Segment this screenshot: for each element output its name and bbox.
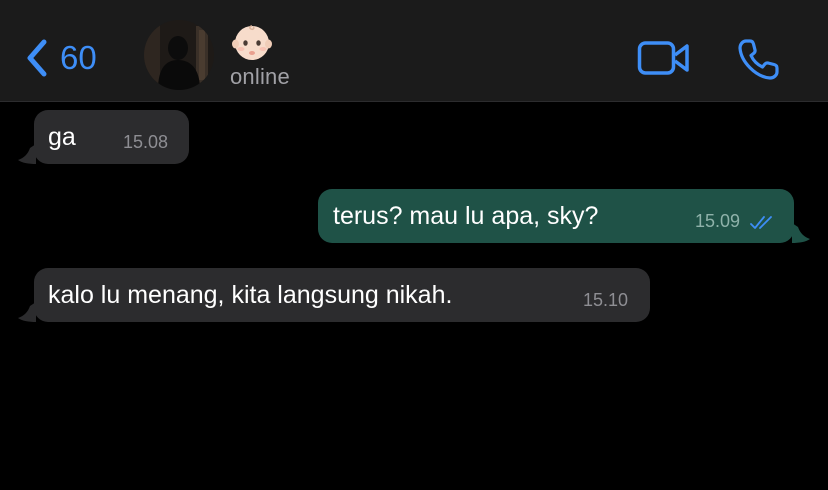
message-time: 15.09 bbox=[695, 211, 741, 231]
message-bubble-outgoing[interactable]: terus? mau lu apa, sky? 15.09 bbox=[318, 189, 810, 243]
avatar[interactable] bbox=[144, 20, 214, 90]
message-text: ga bbox=[48, 123, 76, 151]
contact-status: online bbox=[230, 64, 290, 89]
unread-count: 60 bbox=[60, 39, 97, 76]
chat-header: 60 online bbox=[0, 0, 828, 102]
contact-info[interactable]: online bbox=[230, 22, 290, 90]
read-receipt-icon bbox=[750, 216, 772, 229]
back-button[interactable]: 60 bbox=[22, 34, 97, 82]
message-time: 15.08 bbox=[123, 132, 169, 152]
bubble-tail bbox=[18, 302, 36, 322]
voice-call-button[interactable] bbox=[736, 36, 782, 82]
message-bubble-incoming[interactable]: kalo lu menang, kita langsung nikah. 15.… bbox=[18, 268, 650, 322]
video-camera-icon bbox=[637, 41, 689, 75]
baby-face-emoji-icon bbox=[232, 25, 272, 60]
message-text: terus? mau lu apa, sky? bbox=[333, 202, 599, 230]
bubble-tail bbox=[18, 144, 36, 164]
message-time: 15.10 bbox=[583, 290, 629, 310]
video-call-button[interactable] bbox=[637, 38, 691, 78]
message-bubble-incoming[interactable]: ga 15.08 bbox=[18, 110, 189, 164]
message-text: kalo lu menang, kita langsung nikah. bbox=[48, 281, 453, 309]
avatar-photo bbox=[144, 20, 214, 90]
chat-screen: 60 online ga 15.08 terus? mau lu apa, sk… bbox=[0, 0, 828, 490]
bubble-tail bbox=[792, 223, 810, 243]
phone-icon bbox=[738, 39, 779, 80]
chevron-left-icon bbox=[27, 39, 47, 77]
